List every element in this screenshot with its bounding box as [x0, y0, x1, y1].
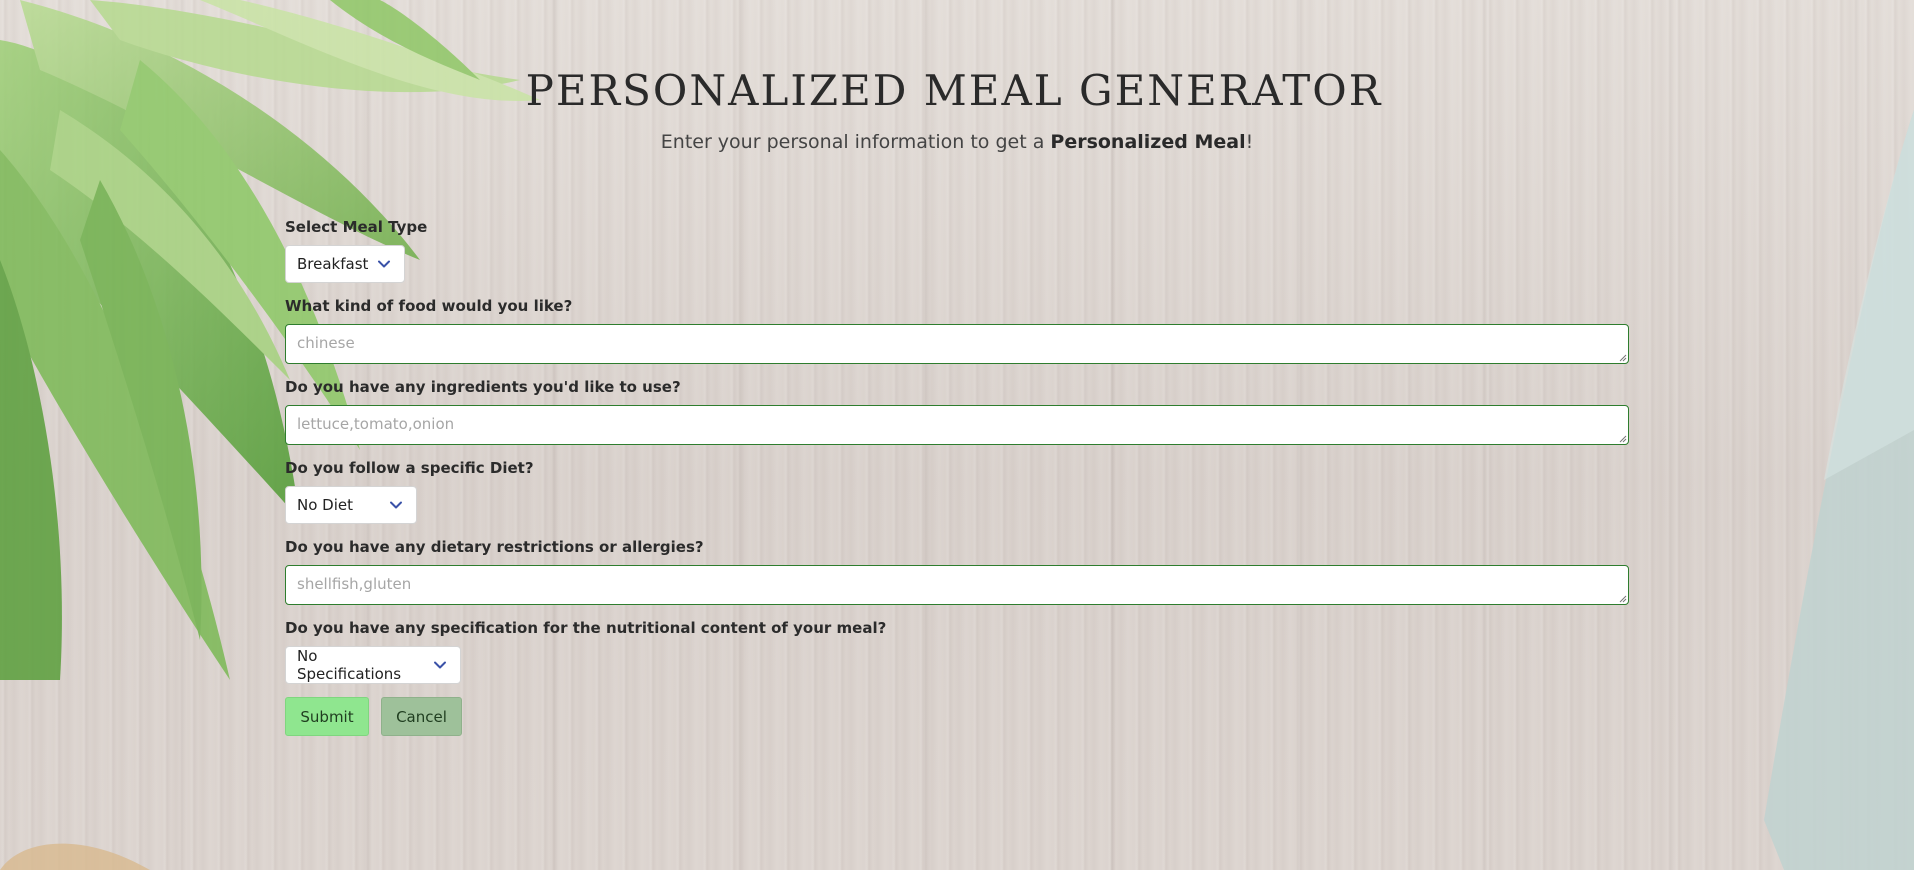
resize-grip-icon[interactable] — [1618, 434, 1627, 443]
diet-label: Do you follow a specific Diet? — [285, 459, 534, 477]
food-kind-input[interactable]: chinese — [285, 324, 1629, 364]
subtitle-end: ! — [1245, 131, 1254, 153]
food-kind-placeholder: chinese — [297, 334, 355, 352]
restrictions-input[interactable]: shellfish,gluten — [285, 565, 1629, 605]
restrictions-label: Do you have any dietary restrictions or … — [285, 538, 704, 556]
chevron-down-icon — [390, 501, 402, 509]
diet-value: No Diet — [297, 496, 353, 514]
subtitle-bold: Personalized Meal — [1050, 131, 1246, 153]
meal-type-value: Breakfast — [297, 255, 369, 273]
meal-type-label: Select Meal Type — [285, 218, 428, 236]
ingredients-placeholder: lettuce,tomato,onion — [297, 415, 455, 433]
submit-button[interactable]: Submit — [285, 697, 369, 736]
cancel-button[interactable]: Cancel — [381, 697, 462, 736]
diet-select[interactable]: No Diet — [285, 486, 417, 524]
nutrition-value: No Specifications — [297, 647, 402, 683]
chevron-down-icon — [378, 260, 390, 268]
restrictions-placeholder: shellfish,gluten — [297, 575, 412, 593]
nutrition-select[interactable]: No Specifications — [285, 646, 461, 684]
chevron-down-icon — [434, 661, 446, 669]
meal-form: Select Meal Type Breakfast What kind of … — [285, 216, 1629, 736]
page: PERSONALIZED MEAL GENERATOR Enter your p… — [0, 0, 1914, 870]
subtitle-text: Enter your personal information to get a — [660, 131, 1051, 153]
page-subtitle: Enter your personal information to get a… — [0, 131, 1914, 153]
header: PERSONALIZED MEAL GENERATOR Enter your p… — [0, 66, 1914, 153]
page-title: PERSONALIZED MEAL GENERATOR — [525, 66, 1383, 115]
form-actions: Submit Cancel — [285, 697, 1629, 736]
food-kind-label: What kind of food would you like? — [285, 297, 573, 315]
resize-grip-icon[interactable] — [1618, 594, 1627, 603]
nutrition-label: Do you have any specification for the nu… — [285, 619, 887, 637]
ingredients-input[interactable]: lettuce,tomato,onion — [285, 405, 1629, 445]
meal-type-select[interactable]: Breakfast — [285, 245, 405, 283]
resize-grip-icon[interactable] — [1618, 353, 1627, 362]
bread-decoration — [0, 843, 150, 870]
ingredients-label: Do you have any ingredients you'd like t… — [285, 378, 681, 396]
